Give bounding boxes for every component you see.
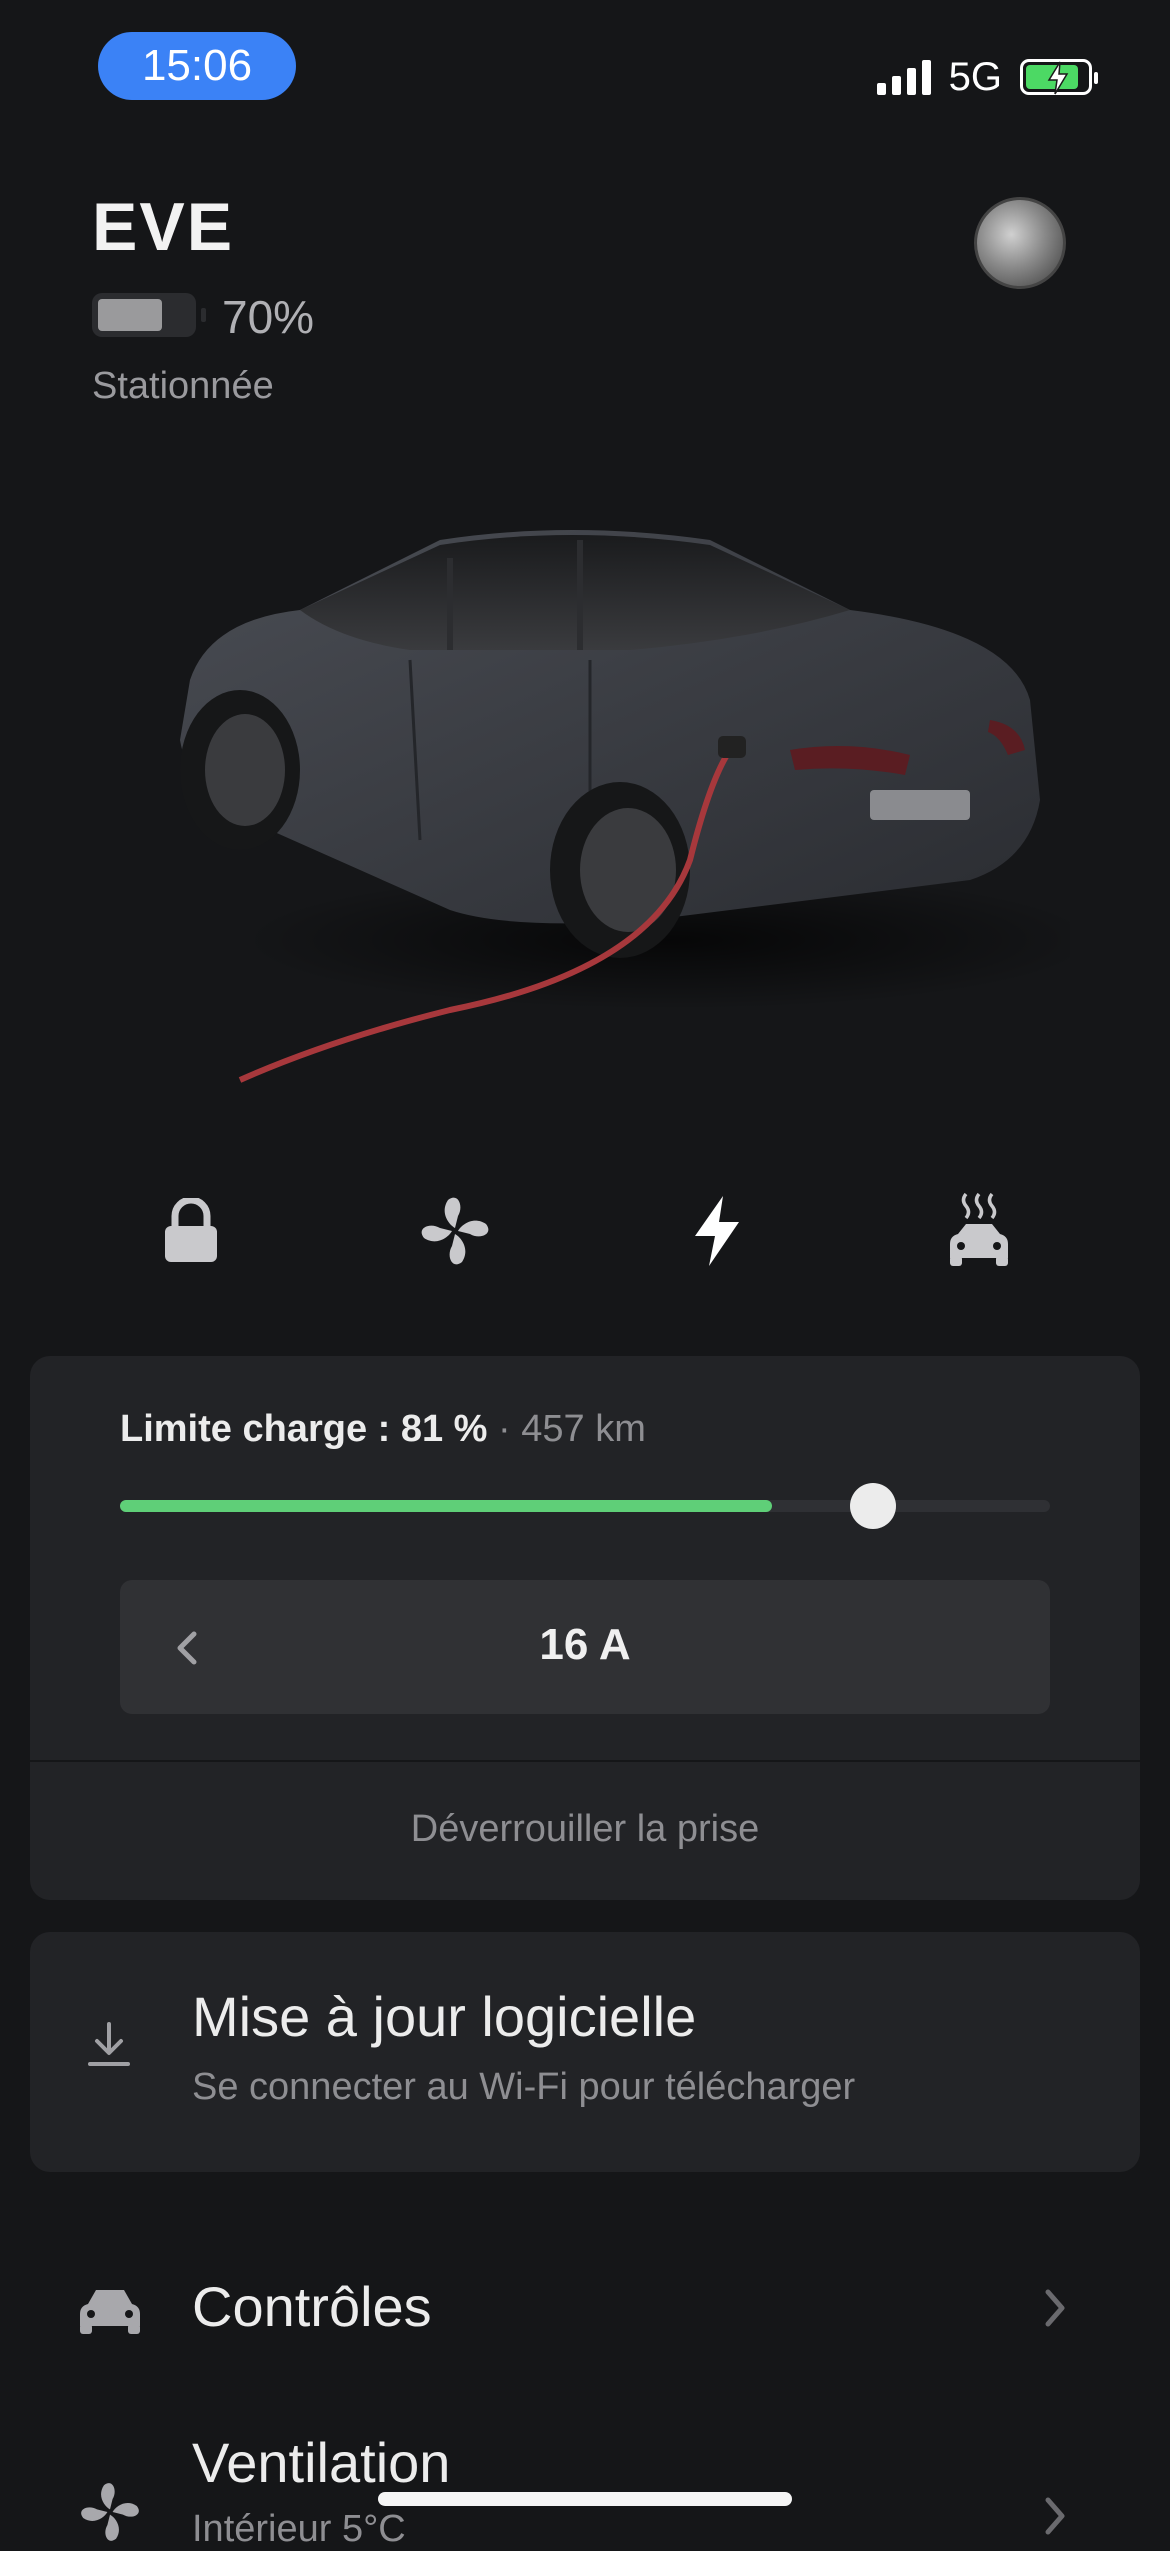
download-icon (88, 2022, 130, 2066)
action-charge[interactable] (662, 1176, 772, 1286)
fan-icon (81, 2483, 139, 2541)
car-icon (80, 2290, 140, 2334)
battery-charging-icon (1020, 59, 1098, 95)
chevron-right-icon (1045, 2497, 1065, 2535)
vehicle-battery-percent: 70% (222, 291, 315, 343)
menu-item-label: Ventilation (192, 2431, 451, 2494)
amperage-value: 16 A (539, 1620, 631, 1669)
charge-level-fill (120, 1500, 772, 1512)
vehicle-name: EVE (92, 189, 235, 265)
menu-item-label: Contrôles (192, 2275, 432, 2338)
charge-limit-slider-thumb[interactable] (850, 1483, 896, 1529)
status-indicators: 5G (876, 52, 1098, 102)
menu-item-sublabel: Intérieur 5°C (192, 2508, 406, 2550)
menu-item-controls[interactable] (0, 2260, 1170, 2360)
charge-range: · 457 km (498, 1408, 646, 1450)
charge-bolt-icon (695, 1196, 739, 1266)
software-update-subtitle: Se connecter au Wi-Fi pour télécharger (192, 2066, 856, 2108)
lock-icon (165, 1198, 217, 1262)
software-update-card[interactable] (30, 1932, 1140, 2172)
fan-icon (421, 1197, 489, 1265)
network-type: 5G (948, 54, 1002, 99)
vehicle-battery-icon (92, 293, 206, 337)
card-divider (30, 1760, 1140, 1762)
software-update-title: Mise à jour logicielle (192, 1985, 697, 2048)
unlock-port-button[interactable]: Déverrouiller la prise (30, 1808, 1140, 1851)
amperage-control: 16 A (120, 1580, 1050, 1714)
action-defrost[interactable] (924, 1176, 1034, 1286)
action-climate[interactable] (400, 1176, 510, 1286)
vehicle-image (180, 530, 1070, 1083)
charge-limit-label: Limite charge : 81 % · 457 km (120, 1408, 646, 1451)
action-lock[interactable] (136, 1176, 246, 1286)
status-time: 15:06 (98, 32, 296, 100)
charge-limit-value: Limite charge : 81 % (120, 1408, 488, 1450)
menu-item-ventilation[interactable] (0, 2420, 1170, 2532)
home-indicator[interactable] (378, 2492, 792, 2506)
profile-avatar[interactable] (974, 197, 1066, 289)
cellular-signal-icon (876, 59, 931, 95)
vehicle-state: Stationnée (92, 365, 274, 407)
chevron-right-icon (1045, 2289, 1065, 2327)
climate-car-icon (950, 1192, 1008, 1266)
